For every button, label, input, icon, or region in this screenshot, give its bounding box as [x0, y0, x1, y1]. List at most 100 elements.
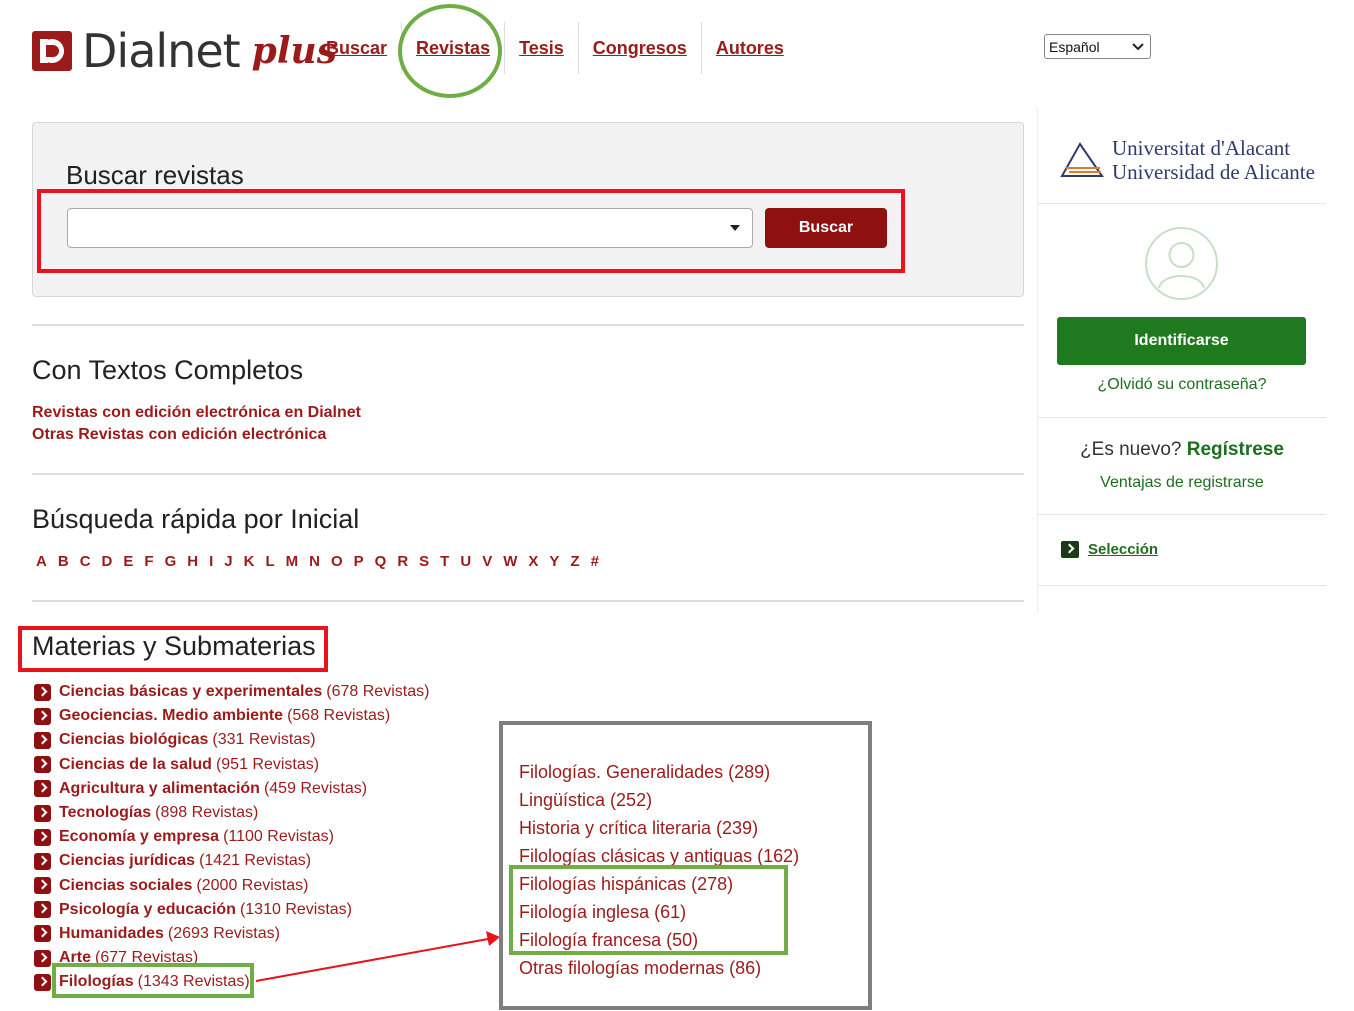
materia-name[interactable]: Economía y empresa — [59, 828, 219, 846]
divider — [32, 600, 1024, 602]
chevron-right-icon — [34, 828, 51, 846]
letter-link[interactable]: I — [209, 553, 213, 570]
divider — [32, 324, 1024, 326]
materia-name[interactable]: Agricultura y alimentación — [59, 780, 260, 798]
materia-count: (331 Revistas) — [212, 731, 316, 749]
chevron-down-icon — [1132, 42, 1144, 50]
submateria-link[interactable]: Filologías. Generalidades (289) — [519, 758, 799, 786]
chevron-right-icon — [34, 925, 51, 943]
chevron-right-icon — [34, 780, 51, 798]
link-dialnet-electronic[interactable]: Revistas con edición electrónica en Dial… — [32, 404, 361, 422]
letter-link[interactable]: S — [419, 553, 429, 570]
letter-link[interactable]: P — [354, 553, 364, 570]
login-button[interactable]: Identificarse — [1057, 317, 1306, 365]
language-select[interactable]: Español — [1044, 34, 1151, 59]
nav-buscar[interactable]: Buscar — [312, 22, 403, 74]
submateria-link[interactable]: Historia y crítica literaria (239) — [519, 814, 799, 842]
materia-item[interactable]: Geociencias. Medio ambiente (568 Revistas… — [34, 704, 429, 728]
letter-link[interactable]: K — [244, 553, 255, 570]
materia-count: (2000 Revistas) — [196, 876, 309, 894]
university-logo-icon — [1060, 142, 1104, 177]
letter-link[interactable]: # — [591, 553, 599, 570]
materia-name[interactable]: Ciencias básicas y experimentales — [59, 683, 322, 701]
letter-link[interactable]: U — [460, 553, 471, 570]
chevron-right-icon — [34, 683, 51, 701]
letter-link[interactable]: F — [144, 553, 153, 570]
letter-link[interactable]: Z — [570, 553, 579, 570]
letter-link[interactable]: V — [482, 553, 492, 570]
chevron-right-icon — [34, 707, 51, 725]
letter-index: A B C D E F G H I J K L M N O P Q R S T U V W X Y Z # — [36, 553, 610, 570]
materia-name[interactable]: Humanidades — [59, 925, 164, 943]
register-link[interactable]: Regístrese — [1187, 439, 1284, 460]
materia-item[interactable]: Ciencias sociales (2000 Revistas) — [34, 874, 429, 898]
benefits-link[interactable]: Ventajas de registrarse — [1038, 474, 1326, 492]
letter-link[interactable]: L — [265, 553, 274, 570]
letter-link[interactable]: Y — [549, 553, 559, 570]
materia-name[interactable]: Geociencias. Medio ambiente — [59, 707, 283, 725]
materia-item[interactable]: Economía y empresa (1100 Revistas) — [34, 825, 429, 849]
chevron-right-icon — [1061, 541, 1079, 558]
submateria-link[interactable]: Lingüística (252) — [519, 786, 799, 814]
sidebar-divider — [1038, 203, 1326, 204]
materia-name[interactable]: Ciencias sociales — [59, 877, 192, 895]
nav-congresos[interactable]: Congresos — [579, 22, 702, 74]
full-text-title: Con Textos Completos — [32, 355, 304, 385]
letter-link[interactable]: A — [36, 553, 47, 570]
letter-link[interactable]: X — [528, 553, 538, 570]
materia-item[interactable]: Agricultura y alimentación (459 Revistas) — [34, 777, 429, 801]
materia-name[interactable]: Ciencias jurídicas — [59, 852, 195, 870]
letter-link[interactable]: G — [165, 553, 177, 570]
dialnet-logo[interactable]: Dialnet plus — [32, 24, 337, 78]
sidebar-divider — [1038, 417, 1326, 418]
letter-link[interactable]: Q — [375, 553, 387, 570]
highlight-search-box — [37, 189, 905, 273]
chevron-right-icon — [34, 973, 51, 991]
letter-link[interactable]: R — [397, 553, 408, 570]
university-logo[interactable]: Universitat d'Alacant Universidad de Ali… — [1060, 136, 1315, 184]
highlight-materias-title — [18, 626, 328, 672]
materia-count: (568 Revistas) — [287, 707, 391, 725]
materia-item[interactable]: Ciencias básicas y experimentales (678 Re… — [34, 680, 429, 704]
letter-link[interactable]: J — [224, 553, 232, 570]
materia-item[interactable]: Psicología y educación (1310 Revistas) — [34, 898, 429, 922]
materia-item[interactable]: Ciencias de la salud (951 Revistas) — [34, 753, 429, 777]
annotation-arrow — [255, 931, 500, 982]
materia-name[interactable]: Ciencias biológicas — [59, 731, 208, 749]
chevron-right-icon — [34, 877, 51, 895]
selection-link[interactable]: Selección — [1061, 541, 1158, 558]
nav-tesis[interactable]: Tesis — [505, 22, 579, 74]
materia-name[interactable]: Psicología y educación — [59, 901, 236, 919]
forgot-password-link[interactable]: ¿Olvidó su contraseña? — [1038, 376, 1326, 394]
materia-count: (459 Revistas) — [263, 779, 368, 797]
nav-autores[interactable]: Autores — [702, 22, 798, 74]
letter-link[interactable]: B — [58, 553, 69, 570]
letter-link[interactable]: E — [123, 553, 133, 570]
materia-item[interactable]: Tecnologías (898 Revistas) — [34, 801, 429, 825]
letter-link[interactable]: D — [102, 553, 113, 570]
letter-link[interactable]: C — [80, 553, 91, 570]
new-user-prefix: ¿Es nuevo? — [1080, 439, 1182, 460]
chevron-right-icon — [34, 756, 51, 774]
materia-item[interactable]: Ciencias biológicas (331 Revistas) — [34, 728, 429, 752]
letter-link[interactable]: O — [331, 553, 343, 570]
letter-link[interactable]: W — [503, 553, 517, 570]
link-other-electronic[interactable]: Otras Revistas con edición electrónica — [32, 426, 326, 444]
search-title: Buscar revistas — [66, 160, 244, 190]
materia-name[interactable]: Ciencias de la salud — [59, 756, 212, 774]
submateria-link[interactable]: Otras filologías modernas (86) — [519, 954, 799, 982]
materia-count: (898 Revistas) — [155, 804, 259, 822]
letter-link[interactable]: N — [309, 553, 320, 570]
letter-link[interactable]: T — [440, 553, 449, 570]
quick-search-title: Búsqueda rápida por Inicial — [32, 504, 360, 534]
materia-name[interactable]: Tecnologías — [59, 804, 151, 822]
materia-item[interactable]: Ciencias jurídicas (1421 Revistas) — [34, 849, 429, 873]
materia-count: (1310 Revistas) — [239, 900, 352, 918]
materia-count: (1421 Revistas) — [199, 852, 312, 870]
letter-link[interactable]: H — [187, 553, 198, 570]
letter-link[interactable]: M — [286, 553, 299, 570]
highlight-revistas-circle — [398, 4, 502, 98]
materia-count: (951 Revistas) — [215, 755, 320, 773]
dialnet-logo-icon — [32, 31, 72, 71]
highlight-filologias — [52, 963, 254, 998]
